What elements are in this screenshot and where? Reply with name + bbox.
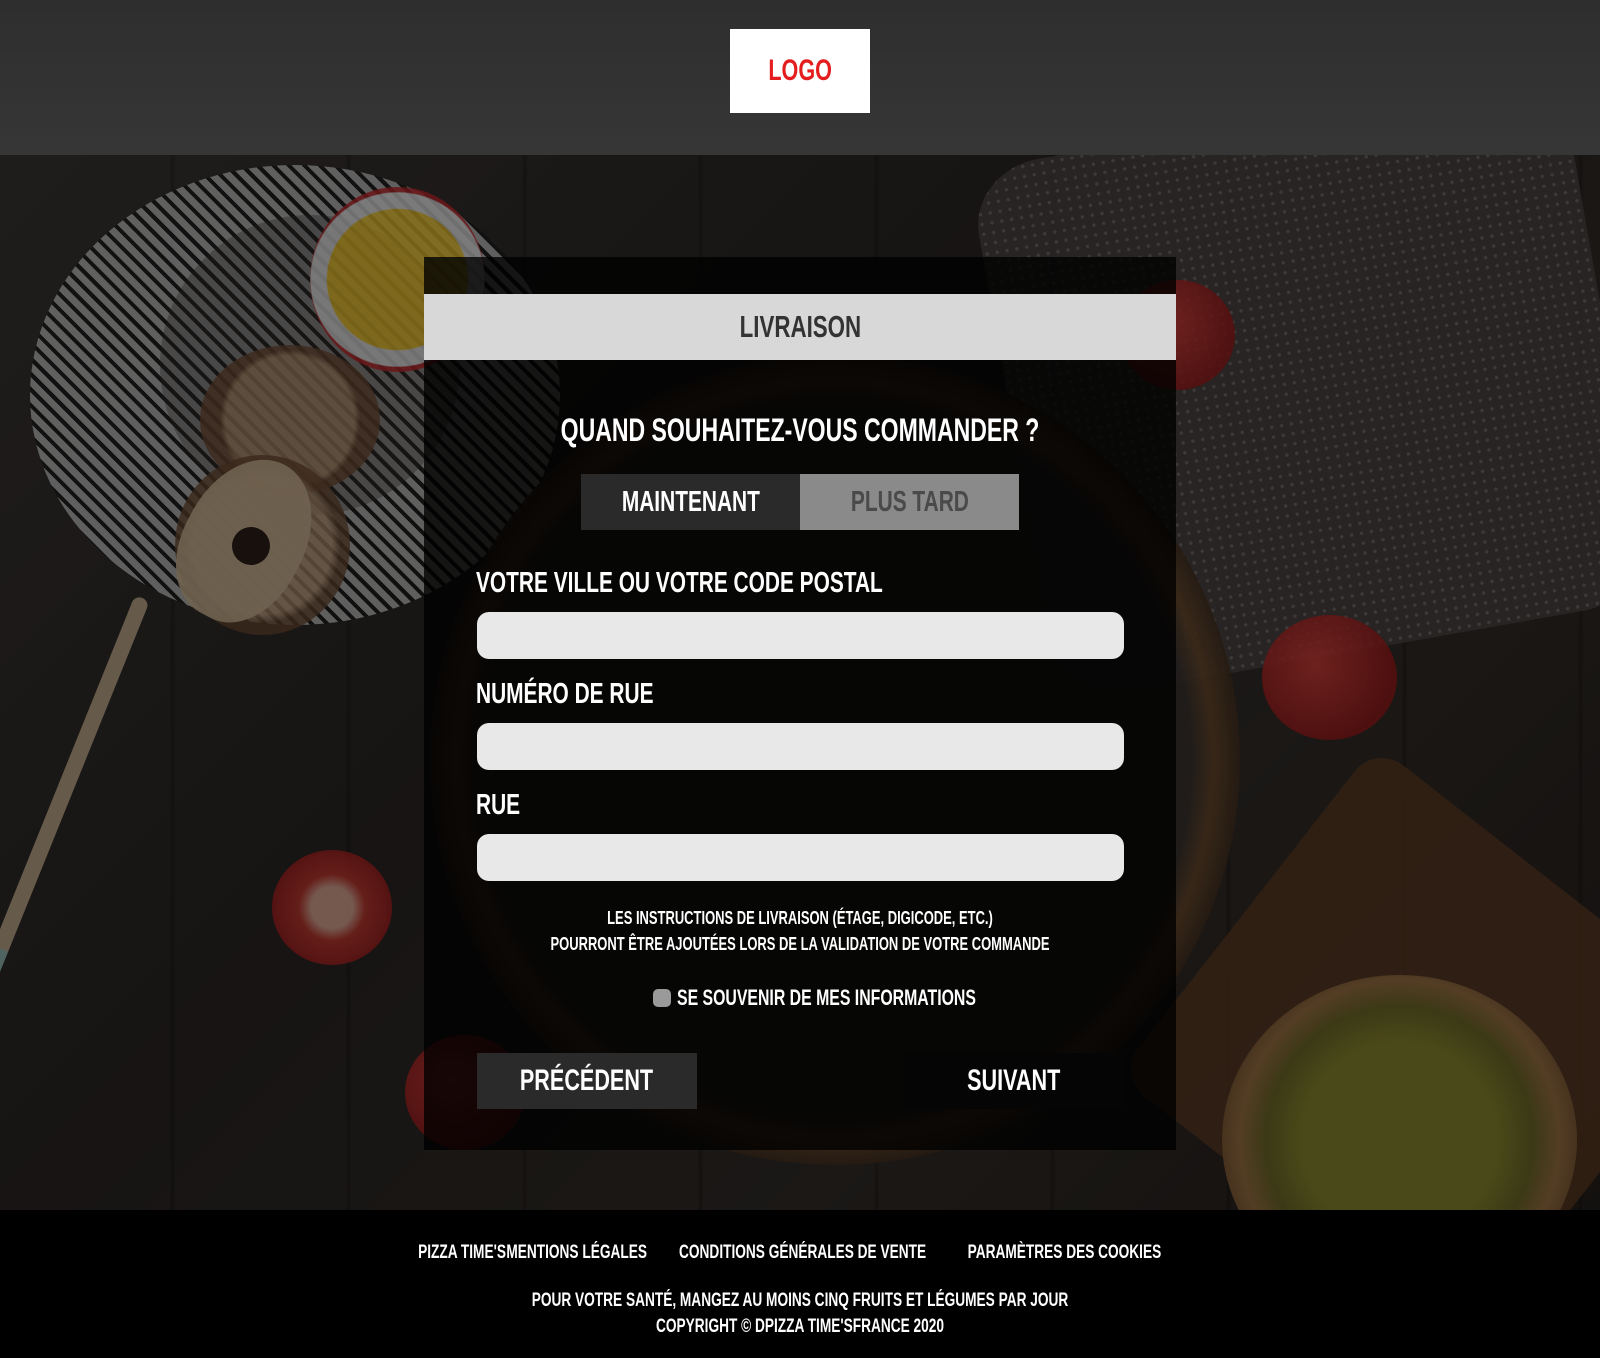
remember-me: SE SOUVENIR DE MES INFORMATIONS (424, 985, 1176, 1011)
logo[interactable]: LOGO (730, 29, 870, 113)
street-label: RUE (476, 789, 521, 821)
previous-button-label: PRÉCÉDENT (520, 1064, 654, 1097)
remember-label[interactable]: SE SOUVENIR DE MES INFORMATIONS (677, 985, 976, 1011)
remember-checkbox[interactable] (653, 989, 671, 1007)
next-button-label: SUIVANT (967, 1064, 1061, 1097)
previous-button[interactable]: PRÉCÉDENT (477, 1053, 697, 1109)
card-title: LIVRAISON (739, 309, 861, 344)
street-number-input[interactable] (477, 723, 1124, 770)
footer-links: PIZZA TIME'S MENTIONS LÉGALES CONDITIONS… (0, 1242, 1600, 1264)
toggle-now-label: MAINTENANT (621, 485, 760, 518)
toggle-now[interactable]: MAINTENANT (581, 474, 800, 530)
toggle-later-label: PLUS TARD (850, 485, 969, 518)
city-label: VOTRE VILLE OU VOTRE CODE POSTAL (476, 567, 883, 599)
street-input[interactable] (477, 834, 1124, 881)
footer-link-pizza-times[interactable]: PIZZA TIME'S (418, 1242, 506, 1264)
card-title-bar: LIVRAISON (424, 294, 1176, 360)
delivery-note-line-1: LES INSTRUCTIONS DE LIVRAISON (ÉTAGE, DI… (607, 908, 993, 928)
street-number-label: NUMÉRO DE RUE (476, 678, 654, 710)
order-time-toggle: MAINTENANT PLUS TARD (581, 474, 1019, 530)
city-input[interactable] (477, 612, 1124, 659)
copyright: COPYRIGHT © DPIZZA TIME'SFRANCE 2020 (656, 1316, 944, 1337)
footer-link-cookie-settings[interactable]: PARAMÈTRES DES COOKIES (967, 1242, 1161, 1264)
logo-text: LOGO (768, 54, 832, 87)
delivery-note-line-2: POURRONT ÊTRE AJOUTÉES LORS DE LA VALIDA… (550, 934, 1050, 954)
footer: PIZZA TIME'S MENTIONS LÉGALES CONDITIONS… (0, 1210, 1600, 1358)
health-message: POUR VOTRE SANTÉ, MANGEZ AU MOINS CINQ F… (531, 1290, 1069, 1311)
order-time-question: QUAND SOUHAITEZ-VOUS COMMANDER ? (560, 412, 1040, 448)
footer-link-terms-of-sale[interactable]: CONDITIONS GÉNÉRALES DE VENTE (679, 1242, 926, 1264)
toggle-later[interactable]: PLUS TARD (800, 474, 1019, 530)
delivery-card: LIVRAISON QUAND SOUHAITEZ-VOUS COMMANDER… (424, 257, 1176, 1150)
header: LOGO (0, 0, 1600, 155)
next-button[interactable]: SUIVANT (904, 1053, 1124, 1109)
footer-link-legal-notice[interactable]: MENTIONS LÉGALES (507, 1242, 648, 1264)
